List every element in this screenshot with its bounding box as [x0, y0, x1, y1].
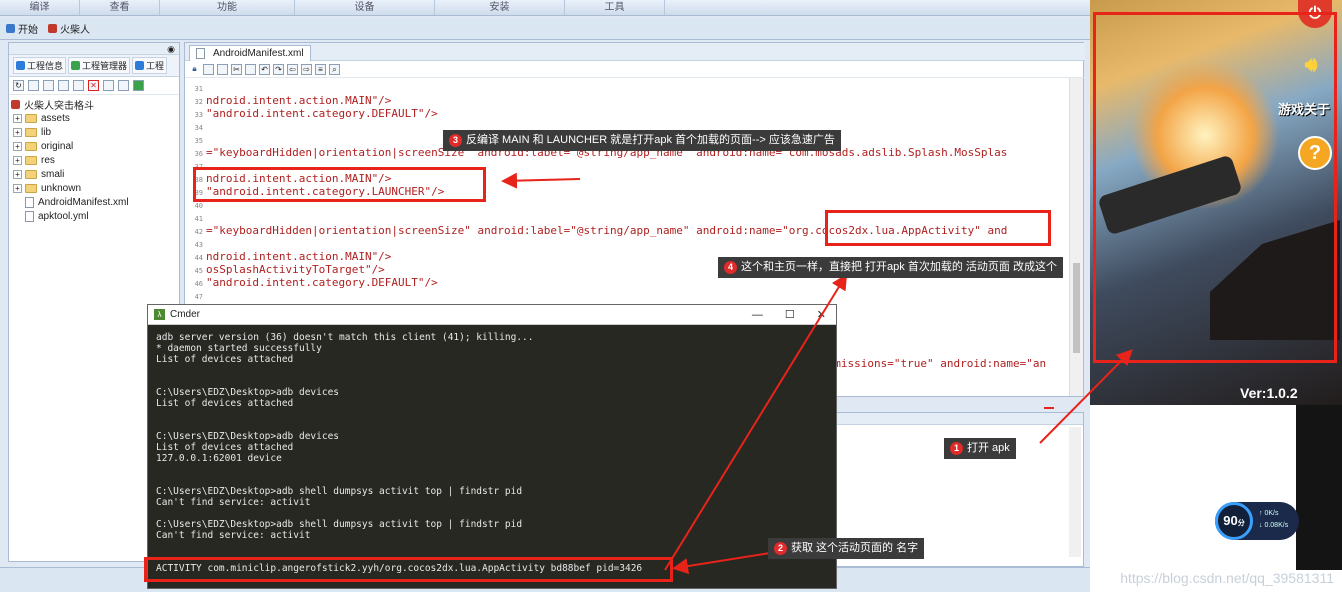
annotation-arrows — [501, 172, 1133, 575]
watermark: https://blog.csdn.net/qq_39581311 — [1120, 570, 1334, 586]
callout-4: 4 这个和主页一样，直接把 打开apk 首次加载的 活动页面 改成这个 — [718, 257, 1063, 278]
callout-1: 1 打开 apk — [944, 438, 1016, 459]
arrow-4 — [664, 273, 848, 571]
arrow-2 — [672, 552, 771, 575]
callout-2: 2 获取 这个活动页面的 名字 — [768, 538, 925, 559]
callout-3: 3 反编译 MAIN 和 LAUNCHER 就是打开apk 首个加载的页面--> … — [443, 130, 841, 151]
arrow-1 — [1039, 349, 1133, 444]
arrow-3 — [501, 172, 581, 189]
